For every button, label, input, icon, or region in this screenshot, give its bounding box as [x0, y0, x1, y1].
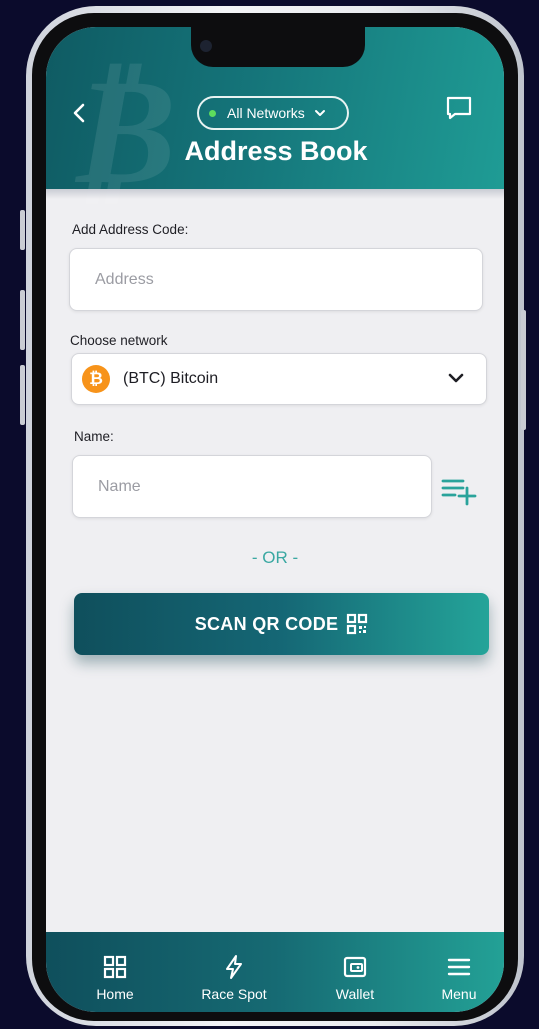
chevron-down-icon: [448, 373, 464, 383]
bitcoin-icon: ₿: [82, 365, 110, 393]
home-grid-icon: [103, 955, 127, 979]
name-field[interactable]: [72, 455, 432, 518]
wallet-icon: [343, 956, 367, 978]
header: ₿ All Networks Address Book: [46, 27, 504, 205]
chat-icon[interactable]: [445, 95, 473, 121]
scan-qr-button[interactable]: SCAN QR CODE: [74, 593, 489, 655]
hamburger-menu-icon: [447, 958, 471, 976]
camera: [200, 40, 212, 52]
address-field[interactable]: [69, 248, 483, 311]
qr-code-icon: [347, 613, 368, 635]
page-title: Address Book: [184, 136, 368, 166]
chevron-down-icon: [314, 110, 325, 116]
app-screen: ₿ All Networks Address Book Add Address …: [46, 27, 504, 1012]
address-input[interactable]: [70, 249, 482, 310]
volume-up-button: [20, 290, 25, 350]
mute-switch: [20, 210, 25, 250]
name-label: Name:: [74, 429, 114, 444]
bottom-navigation: Home Race Spot Wallet Menu: [46, 932, 504, 1012]
nav-wallet-label: Wallet: [335, 986, 375, 1002]
notch: [191, 27, 365, 67]
nav-race-spot-label: Race Spot: [201, 986, 267, 1002]
bitcoin-watermark-icon: ₿: [66, 42, 177, 218]
or-divider: - OR -: [251, 548, 299, 567]
lightning-icon: [226, 955, 242, 979]
volume-down-button: [20, 365, 25, 425]
nav-home[interactable]: Home: [70, 932, 160, 1012]
network-select[interactable]: ₿ (BTC) Bitcoin: [71, 353, 487, 405]
nav-menu[interactable]: Menu: [414, 932, 504, 1012]
scan-qr-label: SCAN QR CODE: [194, 613, 339, 634]
power-button: [521, 310, 526, 430]
network-selector[interactable]: All Networks: [197, 96, 349, 130]
nav-race-spot[interactable]: Race Spot: [189, 932, 279, 1012]
back-arrow-icon[interactable]: [68, 101, 92, 125]
playlist-add-icon[interactable]: [441, 476, 479, 506]
network-label: Choose network: [70, 333, 168, 348]
network-select-value: (BTC) Bitcoin: [123, 370, 219, 387]
nav-home-label: Home: [96, 986, 134, 1002]
address-label: Add Address Code:: [72, 222, 189, 237]
nav-wallet[interactable]: Wallet: [310, 932, 400, 1012]
network-selector-label: All Networks: [227, 105, 305, 121]
online-status-dot: [209, 109, 216, 117]
name-input[interactable]: [73, 456, 431, 517]
nav-menu-label: Menu: [441, 986, 477, 1002]
